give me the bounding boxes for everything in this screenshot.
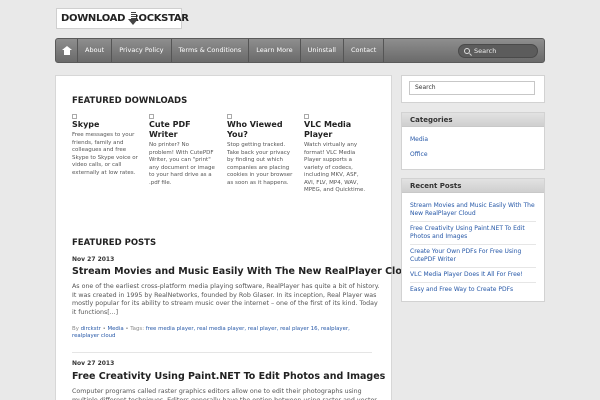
download-description: Free messages to your friends, family an… bbox=[72, 132, 138, 176]
download-checkbox[interactable] bbox=[72, 114, 77, 119]
logo-text-left: DOWNLOAD bbox=[61, 13, 126, 24]
home-icon bbox=[61, 46, 72, 55]
post-category-link[interactable]: Media bbox=[107, 326, 123, 332]
post-meta-by: By bbox=[72, 326, 79, 332]
category-link-office[interactable]: Office bbox=[402, 151, 544, 159]
download-title[interactable]: VLC Media Player bbox=[304, 120, 370, 140]
download-item-who-viewed-you[interactable]: Who Viewed You? Stop getting tracked. Ta… bbox=[227, 114, 293, 187]
categories-title: Categories bbox=[402, 113, 544, 127]
download-title[interactable]: Cute PDF Writer bbox=[149, 120, 215, 140]
download-description: Stop getting tracked. Take back your pri… bbox=[227, 142, 293, 186]
sidebar-search-input[interactable]: Search bbox=[409, 81, 535, 95]
site-logo[interactable]: DOWNLOAD ROCKSTAR bbox=[56, 8, 189, 29]
post-title-link[interactable]: Stream Movies and Music Easily With The … bbox=[72, 266, 415, 277]
download-checkbox[interactable] bbox=[304, 114, 309, 119]
logo-text-right: ROCKSTAR bbox=[131, 13, 189, 24]
download-title[interactable]: Skype bbox=[72, 120, 138, 130]
category-link-media[interactable]: Media bbox=[402, 136, 544, 144]
download-description: Watch virtually any format! VLC Media Pl… bbox=[304, 142, 366, 193]
post-date: Nov 27 2013 bbox=[72, 256, 115, 263]
search-icon bbox=[464, 47, 470, 54]
recent-post-link[interactable]: Free Creativity Using Paint.NET To Edit … bbox=[402, 225, 544, 241]
post-date: Nov 27 2013 bbox=[72, 360, 115, 367]
download-checkbox[interactable] bbox=[227, 114, 232, 119]
post-tags-label: Tags: bbox=[130, 326, 145, 332]
download-title[interactable]: Who Viewed You? bbox=[227, 120, 293, 140]
nav-search-placeholder: Search bbox=[474, 46, 497, 55]
download-checkbox[interactable] bbox=[149, 114, 154, 119]
nav-item-terms-conditions[interactable]: Terms & Conditions bbox=[172, 39, 250, 62]
nav-item-uninstall[interactable]: Uninstall bbox=[301, 39, 344, 62]
categories-widget: Categories Media Office bbox=[401, 112, 545, 170]
download-item-cutepdf[interactable]: Cute PDF Writer No printer? No problem! … bbox=[149, 114, 215, 187]
recent-post-link[interactable]: Stream Movies and Music Easily With The … bbox=[402, 202, 544, 218]
featured-posts-title: FEATURED POSTS bbox=[72, 238, 157, 248]
download-item-skype[interactable]: Skype Free messages to your friends, fam… bbox=[72, 114, 138, 177]
post-author-link[interactable]: dirckstr bbox=[81, 326, 101, 332]
recent-posts-title: Recent Posts bbox=[402, 179, 544, 193]
featured-downloads-title: FEATURED DOWNLOADS bbox=[72, 96, 188, 106]
download-description: No printer? No problem! With CutePDF Wri… bbox=[149, 142, 215, 186]
recent-post-link[interactable]: Easy and Free Way to Create PDFs bbox=[402, 286, 544, 294]
nav-search-input[interactable]: Search bbox=[458, 43, 538, 58]
post-excerpt: Computer programs called raster graphics… bbox=[72, 388, 377, 400]
recent-posts-widget: Recent Posts Stream Movies and Music Eas… bbox=[401, 178, 545, 302]
nav-item-contact[interactable]: Contact bbox=[344, 39, 385, 62]
post-divider bbox=[72, 352, 372, 353]
nav-item-learn-more[interactable]: Learn More bbox=[249, 39, 301, 62]
recent-post-link[interactable]: Create Your Own PDFs For Free Using Cute… bbox=[402, 248, 544, 264]
nav-home-button[interactable] bbox=[56, 39, 78, 62]
download-item-vlc[interactable]: VLC Media Player Watch virtually any for… bbox=[304, 114, 370, 195]
post-title-link[interactable]: Free Creativity Using Paint.NET To Edit … bbox=[72, 371, 385, 382]
post-meta: By dirckstr • Media • Tags: free media p… bbox=[72, 326, 350, 339]
recent-post-link[interactable]: VLC Media Player Does It All For Free! bbox=[402, 271, 544, 279]
main-nav: About Privacy Policy Terms & Conditions … bbox=[55, 38, 545, 63]
post-excerpt: As one of the earliest cross-platform me… bbox=[72, 283, 380, 316]
nav-item-privacy-policy[interactable]: Privacy Policy bbox=[112, 39, 172, 62]
nav-item-about[interactable]: About bbox=[78, 39, 113, 62]
